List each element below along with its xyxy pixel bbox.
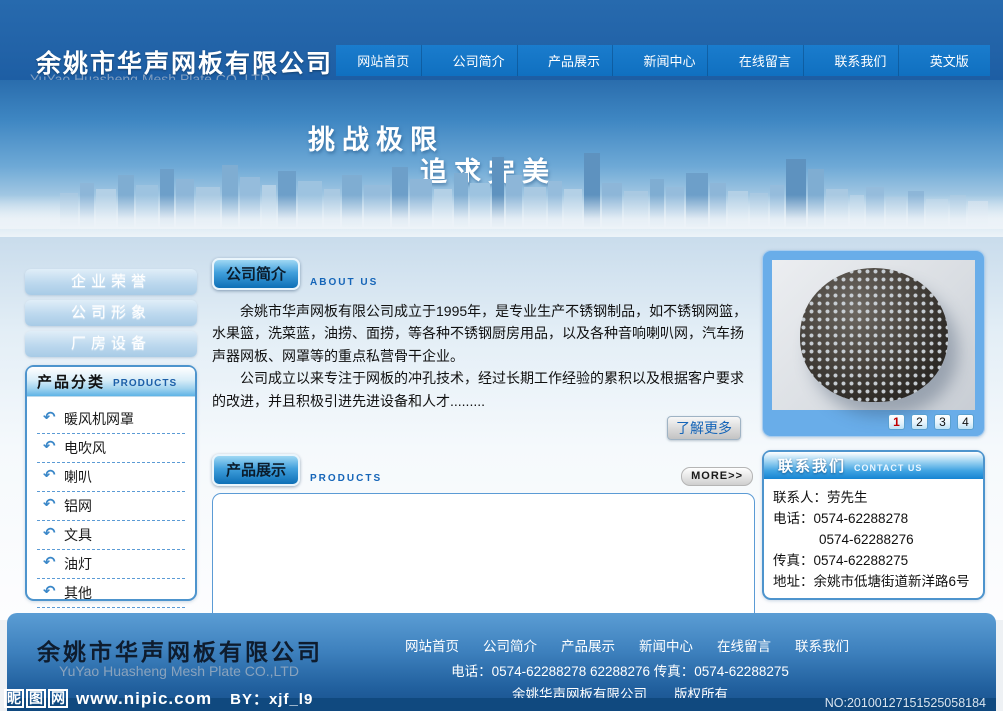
footer-nav-home[interactable]: 网站首页 (405, 635, 459, 655)
gallery-pagination: 1 2 3 4 (888, 414, 974, 430)
page: 余姚市华声网板有限公司 YuYao Huasheng Mesh Plate CO… (0, 0, 1003, 711)
category-item-label: 其他 (64, 585, 92, 601)
curved-arrow-icon: ↶ (43, 408, 56, 426)
category-item-label: 喇叭 (64, 469, 92, 485)
category-item-hairdryer[interactable]: ↶ 电吹风 (37, 434, 185, 463)
page-button-3[interactable]: 3 (934, 414, 951, 430)
page-button-1[interactable]: 1 (888, 414, 905, 430)
curved-arrow-icon: ↶ (43, 553, 56, 571)
page-button-4[interactable]: 4 (957, 414, 974, 430)
category-item-label: 铝网 (64, 498, 92, 514)
contact-box: 联系我们 CONTACT US 联系人：劳先生 电话：0574-62288278… (762, 450, 985, 600)
footer-company-name: 余姚市华声网板有限公司 (37, 633, 323, 667)
nipic-url: www.nipic.com (76, 689, 212, 709)
category-title: 产品分类 (37, 371, 105, 392)
about-subtitle: ABOUT US (310, 277, 378, 288)
nav-item-english[interactable]: 英文版 (918, 45, 981, 76)
contact-subtitle: CONTACT US (854, 463, 922, 473)
products-subtitle: PRODUCTS (310, 473, 382, 484)
category-item-label: 电吹风 (64, 440, 106, 456)
about-section-header: 公司简介 ABOUT US (212, 258, 755, 290)
nipic-logo-char: 昵 (4, 689, 24, 708)
category-item-oil-lamp[interactable]: ↶ 油灯 (37, 550, 185, 579)
content-area: 企业荣誉 公司形象 厂房设备 产品分类 PRODUCTS ↶ 暖风机网罩 ↶ 电吹风… (0, 237, 1003, 620)
curved-arrow-icon: ↶ (43, 524, 56, 542)
about-text: 余姚市华声网板有限公司成立于1995年，是专业生产不锈钢制品，如不锈钢网篮，水果… (212, 300, 755, 412)
nav-item-home[interactable]: 网站首页 (345, 45, 422, 76)
footer-nav-products[interactable]: 产品展示 (561, 635, 615, 655)
serial-number: NO:20100127151525058184 (825, 696, 986, 710)
main-column: 公司简介 ABOUT US 余姚市华声网板有限公司成立于1995年，是专业生产不… (212, 258, 755, 636)
sidebar-item-image[interactable]: 公司形象 (25, 300, 197, 326)
curved-arrow-icon: ↶ (43, 466, 56, 484)
nav-item-news[interactable]: 新闻中心 (631, 45, 708, 76)
category-item-heater-mesh[interactable]: ↶ 暖风机网罩 (37, 405, 185, 434)
product-photo (772, 260, 975, 410)
about-badge[interactable]: 公司简介 (212, 258, 300, 290)
page-button-2[interactable]: 2 (911, 414, 928, 430)
about-paragraph-1: 余姚市华声网板有限公司成立于1995年，是专业生产不锈钢制品，如不锈钢网篮，水果… (212, 300, 755, 367)
contact-phone-1: 电话：0574-62288278 (773, 509, 975, 530)
category-item-other[interactable]: ↶ 其他 (37, 579, 185, 608)
footer-nav-news[interactable]: 新闻中心 (639, 635, 693, 655)
nipic-logo-char: 图 (26, 689, 46, 708)
category-item-aluminum-mesh[interactable]: ↶ 铝网 (37, 492, 185, 521)
product-gallery: 1 2 3 4 (762, 250, 985, 437)
learn-more-button[interactable]: 了解更多 (667, 416, 741, 440)
contact-title: 联系我们 (778, 455, 846, 476)
product-category-header: 产品分类 PRODUCTS (27, 367, 195, 397)
category-item-label: 油灯 (64, 556, 92, 572)
mesh-dome-product-image (800, 268, 948, 402)
contact-header: 联系我们 CONTACT US (764, 452, 983, 479)
contact-fax: 传真：0574-62288275 (773, 551, 975, 572)
products-badge[interactable]: 产品展示 (212, 454, 300, 486)
footer-phone-line: 电话：0574-62288278 62288276 传真：0574-622882… (405, 660, 835, 680)
footer: 余姚市华声网板有限公司 YuYao Huasheng Mesh Plate CO… (0, 613, 1003, 711)
nav-item-message[interactable]: 在线留言 (727, 45, 804, 76)
footer-nav: 网站首页 公司简介 产品展示 新闻中心 在线留言 联系我们 (405, 635, 849, 655)
contact-phone-2: 0574-62288276 (773, 530, 975, 551)
sidebar-item-equipment[interactable]: 厂房设备 (25, 331, 197, 357)
category-list: ↶ 暖风机网罩 ↶ 电吹风 ↶ 喇叭 ↶ 铝网 ↶ 文具 ↶ 油灯 ↶ 其他 (27, 397, 195, 608)
products-section-header: 产品展示 PRODUCTS MORE>> (212, 454, 755, 486)
nav-item-products[interactable]: 产品展示 (536, 45, 613, 76)
category-subtitle: PRODUCTS (113, 378, 177, 389)
category-item-stationery[interactable]: ↶ 文具 (37, 521, 185, 550)
curved-arrow-icon: ↶ (43, 437, 56, 455)
footer-company-name-en: YuYao Huasheng Mesh Plate CO.,LTD (59, 663, 299, 679)
nav-item-about[interactable]: 公司简介 (441, 45, 518, 76)
footer-nav-message[interactable]: 在线留言 (717, 635, 771, 655)
contact-address: 地址：余姚市低塘街道新洋路6号 (773, 572, 975, 593)
curved-arrow-icon: ↶ (43, 495, 56, 513)
main-nav: 网站首页 公司简介 产品展示 新闻中心 在线留言 联系我们 英文版 (336, 45, 990, 76)
skyline-haze (0, 195, 1003, 229)
curved-arrow-icon: ↶ (43, 582, 56, 600)
category-item-label: 文具 (64, 527, 92, 543)
sidebar-item-honor[interactable]: 企业荣誉 (25, 269, 197, 295)
nipic-logo: 昵 图 网 (4, 689, 68, 708)
hero-banner: 挑战极限 追求完美 (0, 80, 1003, 237)
more-button[interactable]: MORE>> (681, 467, 753, 486)
watermark-author: BY：xjf_l9 (230, 688, 313, 709)
contact-details: 联系人：劳先生 电话：0574-62288278 0574-62288276 传… (764, 479, 983, 593)
category-item-label: 暖风机网罩 (64, 411, 134, 427)
nav-item-contact[interactable]: 联系我们 (822, 45, 899, 76)
footer-nav-contact[interactable]: 联系我们 (795, 635, 849, 655)
category-item-speaker[interactable]: ↶ 喇叭 (37, 463, 185, 492)
header: 余姚市华声网板有限公司 YuYao Huasheng Mesh Plate CO… (0, 0, 1003, 80)
about-paragraph-2: 公司成立以来专注于网板的冲孔技术，经过长期工作经验的累积以及根据客户要求的改进，… (212, 367, 755, 412)
nipic-logo-char: 网 (48, 689, 68, 708)
contact-person: 联系人：劳先生 (773, 488, 975, 509)
footer-nav-about[interactable]: 公司简介 (483, 635, 537, 655)
product-category-box: 产品分类 PRODUCTS ↶ 暖风机网罩 ↶ 电吹风 ↶ 喇叭 ↶ 铝网 ↶ 文具 ↶ 油… (25, 365, 197, 601)
nipic-watermark: 昵 图 网 www.nipic.com BY：xjf_l9 (4, 688, 313, 709)
